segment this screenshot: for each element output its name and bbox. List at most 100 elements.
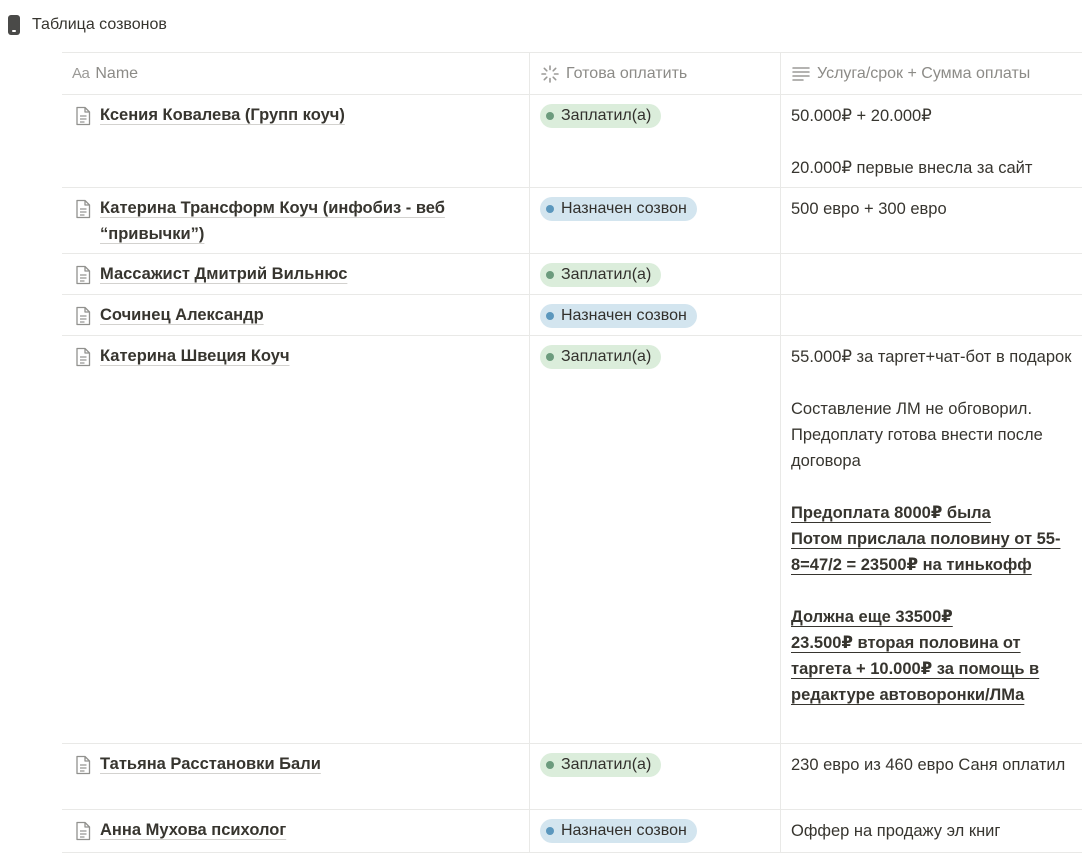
status-badge-paid[interactable]: Заплатил(а) xyxy=(540,104,662,128)
notes-text[interactable] xyxy=(781,295,1082,303)
status-label: Назначен созвон xyxy=(561,200,687,217)
status-cell[interactable]: Заплатил(а) xyxy=(530,95,781,187)
status-label: Заплатил(а) xyxy=(561,348,652,365)
name-cell[interactable]: Анна Мухова психолог xyxy=(62,810,530,852)
column-header-status[interactable]: Готова оплатить xyxy=(530,53,781,94)
status-cell[interactable]: Назначен созвон xyxy=(530,188,781,253)
status-cell[interactable]: Заплатил(а) xyxy=(530,336,781,743)
row-title[interactable]: Анна Мухова психолог xyxy=(62,810,529,843)
table-row: Анна Мухова психолог Назначен созвон Оффер… xyxy=(62,810,1082,853)
row-name[interactable]: Сочинец Александр xyxy=(100,302,264,328)
name-cell[interactable]: Ксения Ковалева (Групп коуч) xyxy=(62,95,530,187)
row-title[interactable]: Ксения Ковалева (Групп коуч) xyxy=(62,95,529,128)
page-doc-icon xyxy=(76,106,91,126)
status-label: Заплатил(а) xyxy=(561,107,652,124)
database-title[interactable]: Таблица созвонов xyxy=(8,15,167,35)
row-name[interactable]: Татьяна Расстановки Бали xyxy=(100,751,321,777)
row-name[interactable]: Катерина Трансформ Коуч (инфобиз - веб “… xyxy=(100,195,519,247)
table-row: Сочинец Александр Назначен созвон xyxy=(62,295,1082,336)
row-title[interactable]: Катерина Швеция Коуч xyxy=(62,336,529,369)
notes-cell[interactable] xyxy=(781,295,1082,335)
title-property-icon: Aa xyxy=(72,65,90,82)
status-cell[interactable]: Заплатил(а) xyxy=(530,744,781,809)
status-wrapper: Заплатил(а) xyxy=(530,336,780,369)
page-doc-icon xyxy=(76,821,91,841)
note-paragraph: 23.500₽ вторая половина от таргета + 10.… xyxy=(791,630,1072,708)
page-doc-icon xyxy=(76,347,91,367)
status-dot-icon xyxy=(546,205,554,213)
notes-text[interactable]: 50.000₽ + 20.000₽ 20.000₽ первые внесла з… xyxy=(781,95,1082,181)
column-header-label: Готова оплатить xyxy=(566,64,688,82)
status-dot-icon xyxy=(546,761,554,769)
row-title[interactable]: Массажист Дмитрий Вильнюс xyxy=(62,254,529,287)
page-doc-icon xyxy=(76,265,91,285)
table-row: Татьяна Расстановки Бали Заплатил(а) 230 е… xyxy=(62,744,1082,810)
status-wrapper: Заплатил(а) xyxy=(530,95,780,128)
status-label: Заплатил(а) xyxy=(561,266,652,283)
name-cell[interactable]: Массажист Дмитрий Вильнюс xyxy=(62,254,530,294)
row-name[interactable]: Катерина Швеция Коуч xyxy=(100,343,290,369)
name-cell[interactable]: Сочинец Александр xyxy=(62,295,530,335)
status-badge-scheduled[interactable]: Назначен созвон xyxy=(540,819,697,843)
status-dot-icon xyxy=(546,112,554,120)
notes-text[interactable]: 230 евро из 460 евро Саня оплатил xyxy=(781,744,1082,778)
note-text: 230 евро из 460 евро Саня оплатил xyxy=(791,756,1066,774)
status-dot-icon xyxy=(546,353,554,361)
table-row: Катерина Швеция Коуч Заплатил(а) 55.000₽ з… xyxy=(62,336,1082,744)
row-name[interactable]: Анна Мухова психолог xyxy=(100,817,286,843)
status-loader-icon xyxy=(541,64,559,83)
note-paragraph: 20.000₽ первые внесла за сайт xyxy=(791,155,1072,181)
name-cell[interactable]: Катерина Трансформ Коуч (инфобиз - веб “… xyxy=(62,188,530,253)
status-cell[interactable]: Назначен созвон xyxy=(530,295,781,335)
notes-text[interactable]: Оффер на продажу эл книг xyxy=(781,810,1082,844)
phone-icon xyxy=(8,15,20,35)
column-header-name[interactable]: Aa Name xyxy=(62,53,530,94)
table-header-row: Aa Name Готова оплатить Услуга/срок + Су… xyxy=(62,52,1082,95)
status-cell[interactable]: Заплатил(а) xyxy=(530,254,781,294)
table-row: Ксения Ковалева (Групп коуч) Заплатил(а) 5… xyxy=(62,95,1082,188)
row-name[interactable]: Массажист Дмитрий Вильнюс xyxy=(100,261,347,287)
notes-text[interactable] xyxy=(781,254,1082,262)
note-paragraph: Предоплата 8000₽ была xyxy=(791,500,1072,526)
page-doc-icon xyxy=(76,306,91,326)
column-header-label: Услуга/срок + Сумма оплаты xyxy=(817,64,1031,82)
notes-cell[interactable]: 230 евро из 460 евро Саня оплатил xyxy=(781,744,1082,809)
status-cell[interactable]: Назначен созвон xyxy=(530,810,781,852)
notes-cell[interactable]: Оффер на продажу эл книг xyxy=(781,810,1082,852)
note-text: 500 евро + 300 евро xyxy=(791,200,947,218)
status-label: Назначен созвон xyxy=(561,307,687,324)
status-dot-icon xyxy=(546,827,554,835)
note-text: Оффер на продажу эл книг xyxy=(791,822,1001,840)
notes-text[interactable]: 500 евро + 300 евро xyxy=(781,188,1082,222)
notes-cell[interactable] xyxy=(781,254,1082,294)
note-text: 23.500₽ вторая половина от таргета + 10.… xyxy=(791,634,1040,704)
status-label: Заплатил(а) xyxy=(561,756,652,773)
status-badge-paid[interactable]: Заплатил(а) xyxy=(540,753,662,777)
name-cell[interactable]: Катерина Швеция Коуч xyxy=(62,336,530,743)
status-badge-paid[interactable]: Заплатил(а) xyxy=(540,263,662,287)
notes-cell[interactable]: 55.000₽ за таргет+чат-бот в подарок Соста… xyxy=(781,336,1082,743)
row-title[interactable]: Сочинец Александр xyxy=(62,295,529,328)
status-dot-icon xyxy=(546,312,554,320)
notes-text[interactable]: 55.000₽ за таргет+чат-бот в подарок Соста… xyxy=(781,336,1082,708)
row-title[interactable]: Катерина Трансформ Коуч (инфобиз - веб “… xyxy=(62,188,529,247)
status-badge-paid[interactable]: Заплатил(а) xyxy=(540,345,662,369)
column-header-label: Name xyxy=(95,64,139,82)
status-wrapper: Заплатил(а) xyxy=(530,744,780,777)
note-paragraph: 230 евро из 460 евро Саня оплатил xyxy=(791,752,1072,778)
name-cell[interactable]: Татьяна Расстановки Бали xyxy=(62,744,530,809)
database-table: Aa Name Готова оплатить Услуга/срок + Су… xyxy=(62,52,1082,853)
status-wrapper: Назначен созвон xyxy=(530,810,780,843)
notes-cell[interactable]: 500 евро + 300 евро xyxy=(781,188,1082,253)
column-header-notes[interactable]: Услуга/срок + Сумма оплаты xyxy=(781,53,1082,94)
notes-cell[interactable]: 50.000₽ + 20.000₽ 20.000₽ первые внесла з… xyxy=(781,95,1082,187)
row-name[interactable]: Ксения Ковалева (Групп коуч) xyxy=(100,102,345,128)
status-badge-scheduled[interactable]: Назначен созвон xyxy=(540,197,697,221)
note-paragraph: Составление ЛМ не обговорил. Предоплату … xyxy=(791,396,1072,474)
note-paragraph: 55.000₽ за таргет+чат-бот в подарок xyxy=(791,344,1072,370)
status-badge-scheduled[interactable]: Назначен созвон xyxy=(540,304,697,328)
note-text: Предоплата 8000₽ была xyxy=(791,504,991,522)
row-title[interactable]: Татьяна Расстановки Бали xyxy=(62,744,529,777)
